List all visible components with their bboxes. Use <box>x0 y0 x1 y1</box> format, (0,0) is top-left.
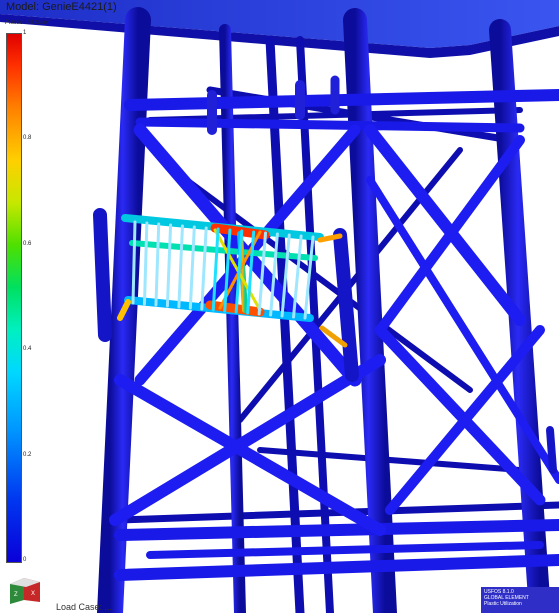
legend-tick-label: 1 <box>23 30 27 36</box>
legend-tick-label: 0.8 <box>23 135 32 142</box>
legend-title: Plastic Utilization <box>5 20 51 26</box>
panel-slat <box>188 225 196 310</box>
load-case-label: Load Case: ... <box>56 602 113 612</box>
model-title: Model: GenieE4421(1) <box>6 1 117 13</box>
color-scale-bar <box>6 33 22 563</box>
legend-tick-label: 0.6 <box>23 240 32 247</box>
info-box: USFOS 8.1.0 GLOBAL ELEMENT Plastic Utili… <box>481 587 559 613</box>
info-line-2: Plastic Utilization <box>484 601 522 607</box>
jacket-structure-render[interactable] <box>0 0 559 613</box>
3d-viewport[interactable]: Model: GenieE4421(1) Plastic Utilization… <box>0 0 559 613</box>
panel-slat <box>142 221 149 306</box>
axis-label-x: X <box>31 591 35 597</box>
axis-label-z: Z <box>14 592 18 598</box>
legend-tick-label: 0.2 <box>23 451 32 458</box>
legend-tick-label: 0 <box>23 557 27 563</box>
panel-slat <box>154 222 161 307</box>
axis-triad-icon[interactable]: Z X <box>8 570 42 604</box>
legend-tick-label: 0.4 <box>23 346 32 353</box>
panel-slat <box>177 224 184 309</box>
panel-slat <box>165 223 173 308</box>
panel-slat <box>131 220 137 305</box>
